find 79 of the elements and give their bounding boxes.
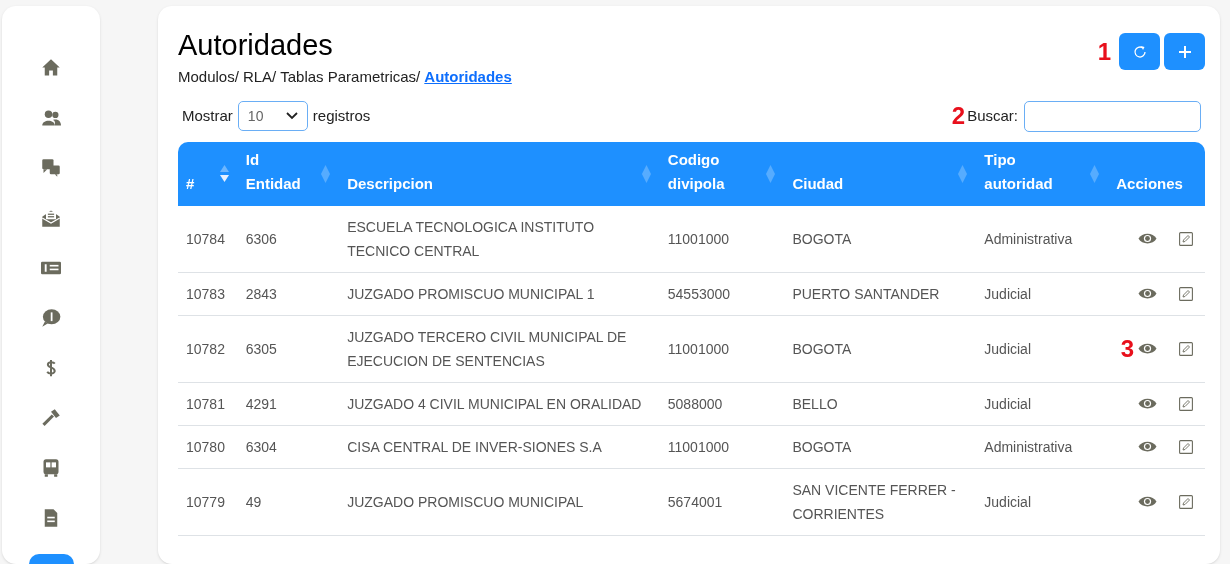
view-icon[interactable] bbox=[1138, 342, 1157, 355]
refresh-icon bbox=[1131, 43, 1148, 60]
table-cell: 10779 bbox=[186, 493, 225, 510]
table-cell: Judicial bbox=[984, 340, 1032, 357]
table-cell: 10784 bbox=[186, 230, 225, 247]
table-cell: Judicial bbox=[984, 395, 1032, 412]
table-cell: ESCUELA TECNOLOGICA INSTITUTO TECNICO CENTRAL bbox=[347, 218, 595, 259]
table-cell: 54553000 bbox=[667, 285, 731, 302]
table-cell: Administrativa bbox=[984, 230, 1073, 247]
records-label: registros bbox=[312, 105, 371, 126]
column-header[interactable]: # bbox=[186, 171, 238, 196]
column-header[interactable]: Id Entidad bbox=[245, 147, 340, 196]
mail-icon bbox=[41, 208, 61, 228]
table-cell: Administrativa bbox=[984, 438, 1073, 455]
edit-icon[interactable] bbox=[1179, 396, 1193, 411]
column-header[interactable]: Descripcion bbox=[347, 171, 660, 196]
breadcrumb-item[interactable]: RLA/ bbox=[242, 66, 277, 89]
table-cell: BOGOTA bbox=[792, 340, 852, 357]
column-header[interactable]: Ciudad bbox=[792, 171, 977, 196]
table-cell: CISA CENTRAL DE INVER-SIONES S.A bbox=[347, 438, 602, 455]
breadcrumb-item[interactable]: Modulos/ bbox=[178, 66, 239, 89]
table-cell: Judicial bbox=[984, 285, 1032, 302]
edit-icon[interactable] bbox=[1179, 231, 1193, 246]
chevron-down-icon bbox=[285, 112, 298, 120]
table-cell: Judicial bbox=[984, 493, 1032, 510]
sort-descending-icon[interactable] bbox=[218, 163, 230, 184]
table-cell: 10782 bbox=[186, 340, 225, 357]
table-cell: BOGOTA bbox=[792, 438, 852, 455]
page-size-select[interactable]: 10 bbox=[237, 101, 308, 131]
annotation-number: 3 bbox=[1120, 336, 1134, 361]
plus-icon bbox=[1177, 44, 1192, 59]
view-icon[interactable] bbox=[1138, 287, 1157, 300]
table-cell: 6304 bbox=[245, 438, 277, 455]
view-icon[interactable] bbox=[1138, 440, 1157, 453]
table-cell: 10781 bbox=[186, 395, 225, 412]
users-icon bbox=[41, 108, 61, 128]
add-button[interactable] bbox=[1164, 33, 1205, 70]
annotation-number: 1 bbox=[1097, 39, 1111, 64]
annotation-number: 2 bbox=[951, 104, 966, 128]
search-field[interactable] bbox=[1024, 100, 1201, 132]
view-icon[interactable] bbox=[1138, 232, 1157, 245]
refresh-button[interactable] bbox=[1119, 33, 1160, 70]
table-cell: PUERTO SANTANDER bbox=[792, 285, 940, 302]
view-icon[interactable] bbox=[1138, 397, 1157, 410]
table-cell: 11001000 bbox=[667, 438, 730, 455]
breadcrumb-item[interactable]: Tablas Parametricas/ bbox=[280, 66, 421, 89]
home-icon bbox=[41, 58, 61, 78]
table-cell: 4291 bbox=[245, 395, 277, 412]
show-label: Mostrar bbox=[182, 105, 233, 126]
view-icon[interactable] bbox=[1138, 495, 1157, 508]
breadcrumb-link[interactable]: Autoridades bbox=[424, 66, 512, 89]
table-cell: 10780 bbox=[186, 438, 225, 455]
table-cell: 49 bbox=[245, 493, 262, 510]
page-title: Autoridades bbox=[178, 28, 334, 62]
table-cell: 5674001 bbox=[667, 493, 723, 510]
gavel-icon bbox=[41, 408, 61, 428]
table-cell: SAN VICENTE FERRER - CORRIENTES bbox=[792, 481, 956, 522]
table-cell: 11001000 bbox=[667, 340, 730, 357]
table-cell: 11001000 bbox=[667, 230, 730, 247]
column-header[interactable]: Codigo divipola bbox=[667, 147, 785, 196]
table-cell: 5088000 bbox=[667, 395, 723, 412]
table-cell: BOGOTA bbox=[792, 230, 852, 247]
table-cell: JUZGADO PROMISCUO MUNICIPAL bbox=[347, 493, 584, 510]
search-label: Buscar: bbox=[967, 105, 1018, 126]
column-header[interactable]: Tipo autoridad bbox=[984, 147, 1109, 196]
bus-icon bbox=[41, 458, 61, 478]
table-cell: JUZGADO 4 CIVIL MUNICIPAL EN ORALIDAD bbox=[347, 395, 642, 412]
table-cell: JUZGADO TERCERO CIVIL MUNICIPAL DE EJECUCION DE SENTENCIAS bbox=[347, 328, 627, 369]
table-cell: 6305 bbox=[245, 340, 277, 357]
edit-icon[interactable] bbox=[1179, 286, 1193, 301]
table-cell: BELLO bbox=[792, 395, 838, 412]
table-cell: 10783 bbox=[186, 285, 225, 302]
table-cell: 2843 bbox=[245, 285, 277, 302]
column-header[interactable]: Acciones bbox=[1116, 171, 1205, 196]
table-cell: 6306 bbox=[245, 230, 277, 247]
edit-icon[interactable] bbox=[1179, 341, 1193, 356]
table-cell: JUZGADO PROMISCUO MUNICIPAL 1 bbox=[347, 285, 595, 302]
edit-icon[interactable] bbox=[1179, 439, 1193, 454]
edit-icon[interactable] bbox=[1179, 494, 1193, 509]
